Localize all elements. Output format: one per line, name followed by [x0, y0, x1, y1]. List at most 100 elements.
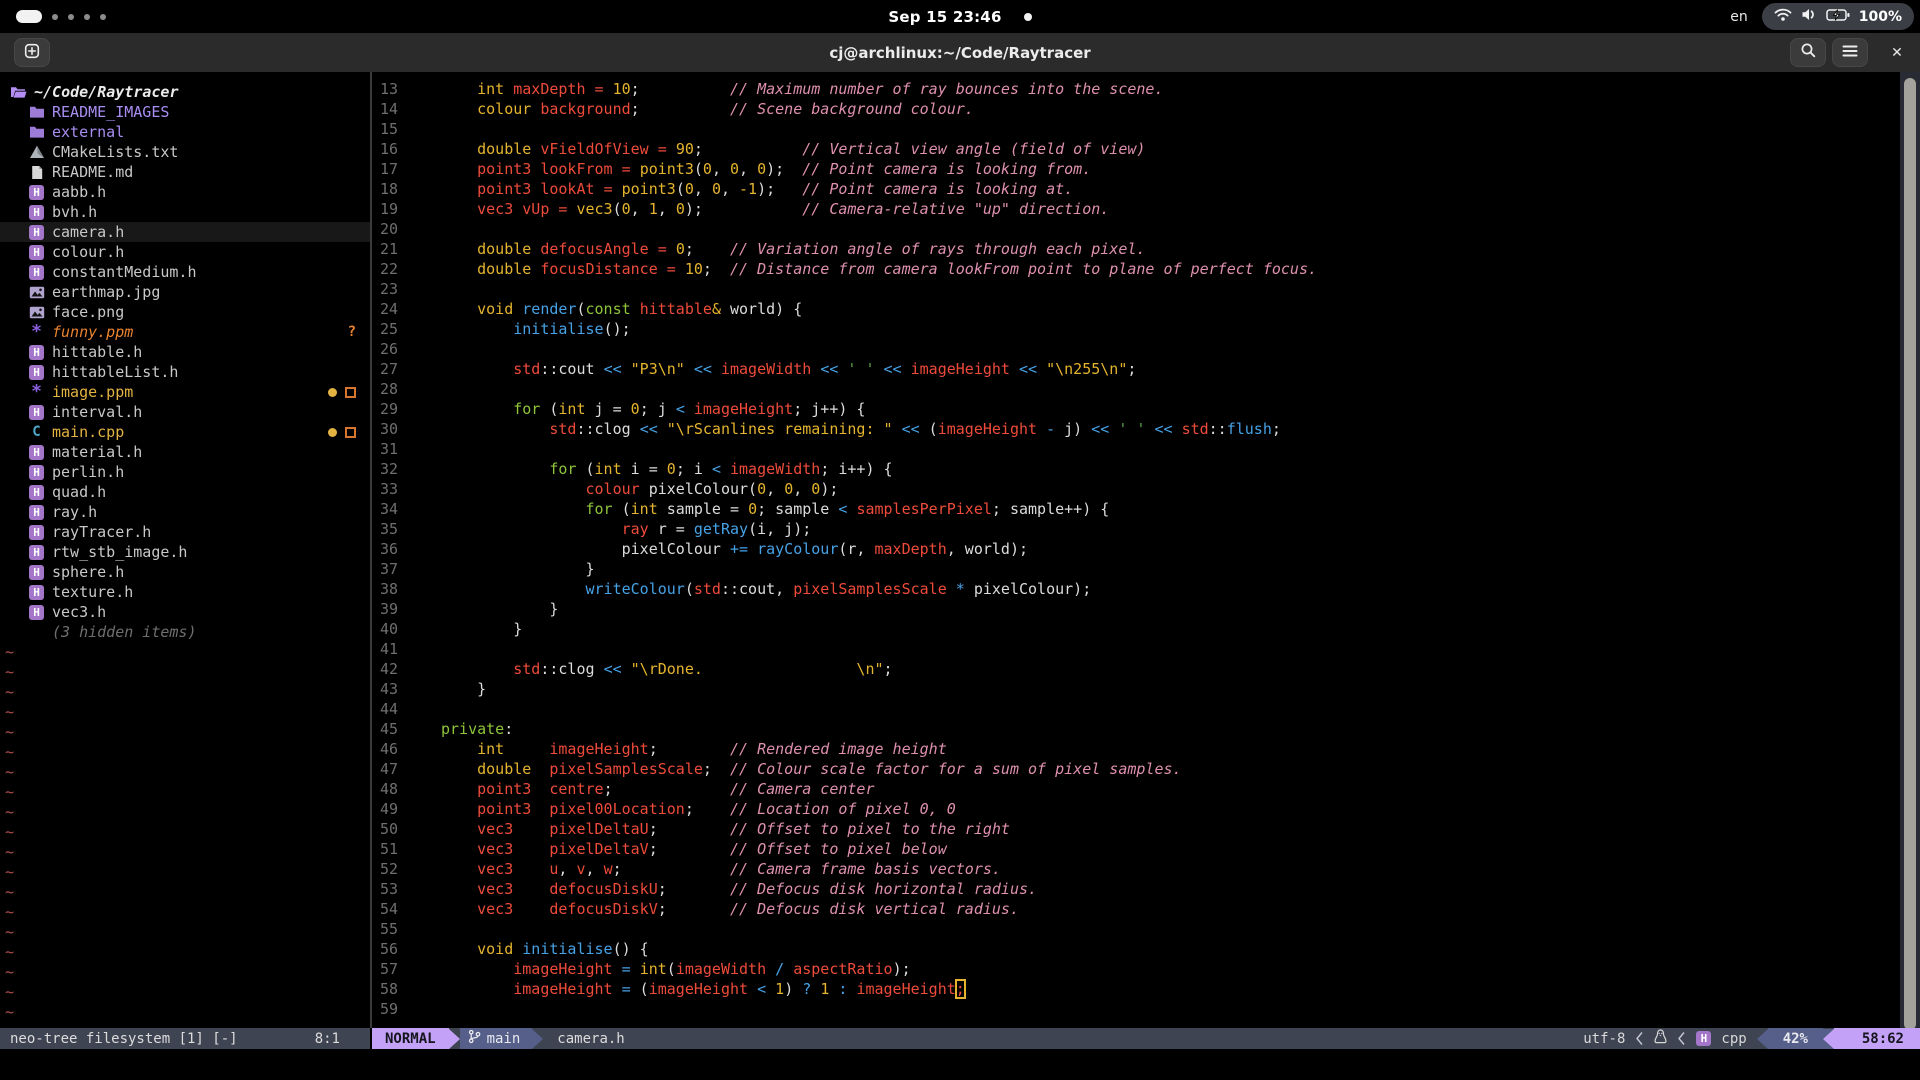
tree-item-camera-h[interactable]: Hcamera.h — [0, 222, 370, 242]
code-line[interactable]: 56 void initialise() { — [372, 940, 1920, 960]
tree-item-colour-h[interactable]: Hcolour.h — [0, 242, 370, 262]
code-line[interactable]: 58 imageHeight = (imageHeight < 1) ? 1 :… — [372, 980, 1920, 1000]
tree-item-hittable-h[interactable]: Hhittable.h — [0, 342, 370, 362]
tree-item-external[interactable]: external — [0, 122, 370, 142]
code-line[interactable]: 17 point3 lookFrom = point3(0, 0, 0); //… — [372, 160, 1920, 180]
code-line[interactable]: 46 int imageHeight; // Rendered image he… — [372, 740, 1920, 760]
scrollbar-track[interactable] — [1900, 72, 1920, 1050]
code-line[interactable]: 23 — [372, 280, 1920, 300]
code-line[interactable]: 13 int maxDepth = 10; // Maximum number … — [372, 80, 1920, 100]
line-number: 41 — [372, 640, 398, 660]
code-line[interactable]: 14 colour background; // Scene backgroun… — [372, 100, 1920, 120]
code-line[interactable]: 49 point3 pixel00Location; // Location o… — [372, 800, 1920, 820]
code-line[interactable]: 42 std::clog << "\rDone. \n"; — [372, 660, 1920, 680]
code-line[interactable]: 32 for (int i = 0; i < imageWidth; i++) … — [372, 460, 1920, 480]
code-line[interactable]: 40 } — [372, 620, 1920, 640]
tree-item-earthmap-jpg[interactable]: earthmap.jpg — [0, 282, 370, 302]
search-button[interactable] — [1790, 38, 1826, 67]
code-line[interactable]: 38 writeColour(std::cout, pixelSamplesSc… — [372, 580, 1920, 600]
code-line[interactable]: 45private: — [372, 720, 1920, 740]
tree-item-label: external — [52, 123, 124, 141]
menu-button[interactable] — [1832, 38, 1868, 67]
code-line[interactable]: 39 } — [372, 600, 1920, 620]
tree-item-readme-md[interactable]: README.md — [0, 162, 370, 182]
tree-item-funny-ppm[interactable]: *funny.ppm? — [0, 322, 370, 342]
header-file-icon: H — [28, 524, 45, 541]
code-line[interactable]: 15 — [372, 120, 1920, 140]
tree-item-main-cpp[interactable]: Cmain.cpp — [0, 422, 370, 442]
tree-item-perlin-h[interactable]: Hperlin.h — [0, 462, 370, 482]
tree-item-sphere-h[interactable]: Hsphere.h — [0, 562, 370, 582]
menubar-right: en 100% — [1730, 0, 1916, 33]
tree-item-face-png[interactable]: face.png — [0, 302, 370, 322]
code-line[interactable]: 26 — [372, 340, 1920, 360]
code-line[interactable]: 53 vec3 defocusDiskU; // Defocus disk ho… — [372, 880, 1920, 900]
tree-item-interval-h[interactable]: Hinterval.h — [0, 402, 370, 422]
scrollbar-thumb[interactable] — [1904, 78, 1916, 1030]
code-line[interactable]: 43 } — [372, 680, 1920, 700]
code-line[interactable]: 33 colour pixelColour(0, 0, 0); — [372, 480, 1920, 500]
keyboard-layout[interactable]: en — [1730, 9, 1748, 25]
code-line[interactable]: 25 initialise(); — [372, 320, 1920, 340]
header-file-icon: H — [29, 505, 44, 520]
tree-item-hittablelist-h[interactable]: HhittableList.h — [0, 362, 370, 382]
git-branch-segment[interactable]: main — [460, 1028, 533, 1049]
code-editor[interactable]: 13 int maxDepth = 10; // Maximum number … — [372, 72, 1920, 1028]
code-line[interactable]: 35 ray r = getRay(i, j); — [372, 520, 1920, 540]
clock[interactable]: Sep 15 23:46 — [888, 8, 1001, 26]
code-line[interactable]: 20 — [372, 220, 1920, 240]
code-line[interactable]: 36 pixelColour += rayColour(r, maxDepth,… — [372, 540, 1920, 560]
code-line[interactable]: 30 std::clog << "\rScanlines remaining: … — [372, 420, 1920, 440]
tree-item-vec3-h[interactable]: Hvec3.h — [0, 602, 370, 622]
code-line[interactable]: 44 — [372, 700, 1920, 720]
code-line[interactable]: 27 std::cout << "P3\n" << imageWidth << … — [372, 360, 1920, 380]
header-file-icon: H — [29, 265, 44, 280]
code-line[interactable]: 18 point3 lookAt = point3(0, 0, -1); // … — [372, 180, 1920, 200]
code-line[interactable]: 28 — [372, 380, 1920, 400]
tree-item-aabb-h[interactable]: Haabb.h — [0, 182, 370, 202]
code-line[interactable]: 48 point3 centre; // Camera center — [372, 780, 1920, 800]
tree-item-readme-images[interactable]: README_IMAGES — [0, 102, 370, 122]
header-file-icon: H — [28, 444, 45, 461]
cpp-file-icon: C — [32, 424, 40, 440]
system-tray[interactable]: 100% — [1762, 3, 1914, 30]
code-line[interactable]: 19 vec3 vUp = vec3(0, 1, 0); // Camera-r… — [372, 200, 1920, 220]
tree-item--code-raytracer[interactable]: ~/Code/Raytracer — [0, 82, 370, 102]
code-line[interactable]: 37 } — [372, 560, 1920, 580]
header-file-icon: H — [28, 184, 45, 201]
tree-item-texture-h[interactable]: Htexture.h — [0, 582, 370, 602]
code-line[interactable]: 50 vec3 pixelDeltaU; // Offset to pixel … — [372, 820, 1920, 840]
tree-item-cmakelists-txt[interactable]: CMakeLists.txt — [0, 142, 370, 162]
code-line[interactable]: 16 double vFieldOfView = 90; // Vertical… — [372, 140, 1920, 160]
tree-item-material-h[interactable]: Hmaterial.h — [0, 442, 370, 462]
code-line[interactable]: 34 for (int sample = 0; sample < samples… — [372, 500, 1920, 520]
code-text: point3 pixel00Location; // Location of p… — [441, 800, 956, 820]
code-line[interactable]: 55 — [372, 920, 1920, 940]
close-button[interactable]: ✕ — [1882, 45, 1912, 61]
header-file-icon: H — [29, 585, 44, 600]
code-line[interactable]: 29 for (int j = 0; j < imageHeight; j++)… — [372, 400, 1920, 420]
tree-item-label: texture.h — [52, 583, 133, 601]
tree-item-ray-h[interactable]: Hray.h — [0, 502, 370, 522]
tree-item-raytracer-h[interactable]: HrayTracer.h — [0, 522, 370, 542]
code-line[interactable]: 24 void render(const hittable& world) { — [372, 300, 1920, 320]
tree-item-image-ppm[interactable]: *image.ppm — [0, 382, 370, 402]
code-line[interactable]: 57 imageHeight = int(imageWidth / aspect… — [372, 960, 1920, 980]
new-tab-button[interactable] — [14, 38, 50, 67]
terminal-bottom-padding — [0, 1049, 1920, 1080]
code-line[interactable]: 31 — [372, 440, 1920, 460]
code-line[interactable]: 52 vec3 u, v, w; // Camera frame basis v… — [372, 860, 1920, 880]
tree-item-quad-h[interactable]: Hquad.h — [0, 482, 370, 502]
tree-item-rtw-stb-image-h[interactable]: Hrtw_stb_image.h — [0, 542, 370, 562]
code-line[interactable]: 22 double focusDistance = 10; // Distanc… — [372, 260, 1920, 280]
tree-item-constantmedium-h[interactable]: HconstantMedium.h — [0, 262, 370, 282]
powerline-separator — [449, 1029, 460, 1049]
code-line[interactable]: 51 vec3 pixelDeltaV; // Offset to pixel … — [372, 840, 1920, 860]
code-line[interactable]: 41 — [372, 640, 1920, 660]
code-line[interactable]: 47 double pixelSamplesScale; // Colour s… — [372, 760, 1920, 780]
code-line[interactable]: 54 vec3 defocusDiskV; // Defocus disk ve… — [372, 900, 1920, 920]
tree-item-bvh-h[interactable]: Hbvh.h — [0, 202, 370, 222]
code-line[interactable]: 59 — [372, 1000, 1920, 1020]
tree-item-label: README.md — [52, 163, 133, 181]
code-line[interactable]: 21 double defocusAngle = 0; // Variation… — [372, 240, 1920, 260]
